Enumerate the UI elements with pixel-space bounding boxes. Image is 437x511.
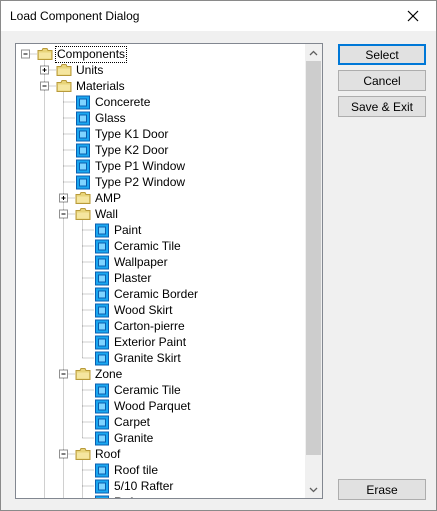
erase-button[interactable]: Erase: [338, 479, 426, 500]
vertical-scrollbar[interactable]: [305, 44, 322, 498]
tree-item[interactable]: Roof: [94, 447, 121, 462]
component-icon: [95, 287, 109, 302]
tree-item[interactable]: Wall: [94, 207, 119, 222]
tree-item[interactable]: Glass: [94, 111, 127, 126]
tree-item[interactable]: Carpet: [113, 415, 151, 430]
tree-item[interactable]: 5/10 Rafter: [113, 479, 174, 494]
component-icon: [95, 351, 109, 366]
folder-icon: [75, 208, 91, 220]
folder-icon: [75, 448, 91, 460]
component-icon: [76, 175, 90, 190]
tree-item[interactable]: Rafter: [113, 495, 148, 499]
chevron-down-icon: [309, 487, 318, 492]
tree-item[interactable]: Ceramic Tile: [113, 383, 182, 398]
tree-item[interactable]: Materials: [75, 79, 126, 94]
tree-item[interactable]: Units: [75, 63, 104, 78]
tree-items: Components Units Materials Concerete Glass Ty…: [16, 44, 306, 499]
component-icon: [76, 95, 90, 110]
tree-item[interactable]: Zone: [94, 367, 123, 382]
cancel-button[interactable]: Cancel: [338, 70, 426, 91]
folder-icon: [75, 192, 91, 204]
component-icon: [95, 223, 109, 238]
tree-item[interactable]: Type P2 Window: [94, 175, 186, 190]
load-component-dialog: Load Component Dialog Components Units Mat…: [0, 0, 437, 511]
component-icon: [95, 399, 109, 414]
tree-item[interactable]: Type K2 Door: [94, 143, 169, 158]
folder-icon: [75, 368, 91, 380]
component-icon: [95, 271, 109, 286]
tree-item[interactable]: Concerete: [94, 95, 151, 110]
component-icon: [95, 495, 109, 498]
component-tree[interactable]: Components Units Materials Concerete Glass Ty…: [15, 43, 323, 499]
component-icon: [95, 431, 109, 446]
save-exit-button[interactable]: Save & Exit: [338, 96, 426, 117]
component-icon: [76, 143, 90, 158]
tree-item[interactable]: Ceramic Tile: [113, 239, 182, 254]
dialog-title: Load Component Dialog: [10, 9, 140, 23]
component-icon: [95, 239, 109, 254]
tree-item[interactable]: Components: [54, 45, 128, 63]
tree-item[interactable]: Granite Skirt: [113, 351, 182, 366]
component-icon: [95, 415, 109, 430]
scroll-thumb[interactable]: [306, 61, 321, 455]
chevron-up-icon: [309, 50, 318, 55]
title-bar: Load Component Dialog: [1, 1, 436, 31]
component-icon: [95, 383, 109, 398]
tree-connectors: [21, 48, 109, 498]
close-icon: [407, 10, 419, 22]
component-icon: [95, 463, 109, 478]
tree-item[interactable]: Ceramic Border: [113, 287, 199, 302]
tree-item[interactable]: Granite: [113, 431, 154, 446]
component-icon: [95, 303, 109, 318]
scroll-up-button[interactable]: [305, 44, 322, 61]
tree-item[interactable]: Plaster: [113, 271, 152, 286]
folder-icon: [56, 64, 72, 76]
tree-item[interactable]: Type K1 Door: [94, 127, 169, 142]
scroll-down-button[interactable]: [305, 481, 322, 498]
folder-icon: [37, 48, 53, 60]
tree-item[interactable]: Exterior Paint: [113, 335, 187, 350]
select-button[interactable]: Select: [338, 44, 426, 65]
tree-item[interactable]: Paint: [113, 223, 142, 238]
tree-item[interactable]: Wood Skirt: [113, 303, 173, 318]
component-icon: [95, 319, 109, 334]
component-icon: [76, 111, 90, 126]
tree-item[interactable]: Wood Parquet: [113, 399, 192, 414]
component-icon: [95, 479, 109, 494]
component-icon: [95, 255, 109, 270]
component-icon: [76, 159, 90, 174]
close-button[interactable]: [390, 1, 436, 31]
component-icon: [76, 127, 90, 142]
tree-item[interactable]: Wallpaper: [113, 255, 169, 270]
tree-item[interactable]: AMP: [94, 191, 122, 206]
folder-icon: [56, 80, 72, 92]
component-icon: [95, 335, 109, 350]
tree-item[interactable]: Type P1 Window: [94, 159, 186, 174]
tree-item[interactable]: Carton-pierre: [113, 319, 186, 334]
tree-item[interactable]: Roof tile: [113, 463, 159, 478]
